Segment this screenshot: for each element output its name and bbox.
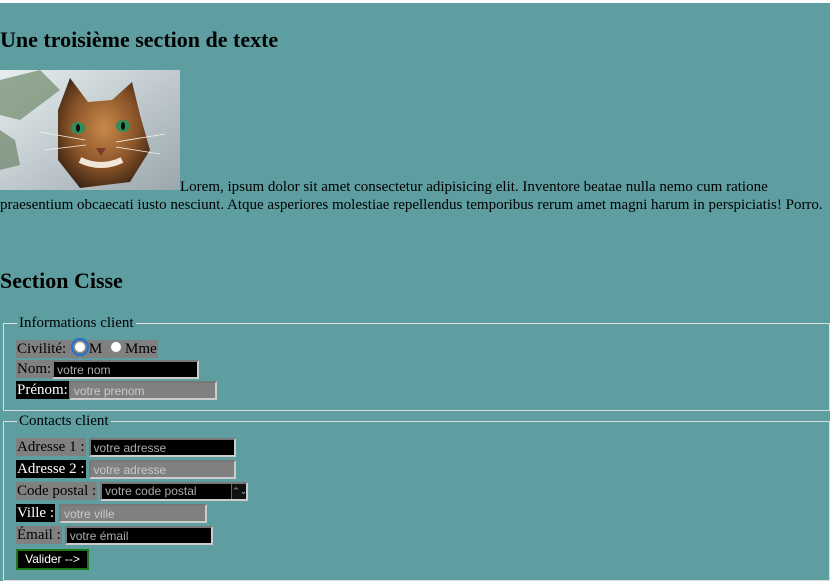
- row-nom: Nom: votre nom: [16, 359, 200, 379]
- prenom-label: Prénom:: [16, 381, 69, 399]
- submit-button[interactable]: Valider -->: [16, 549, 89, 570]
- civilite-label: Civilité: M Mme: [16, 338, 158, 358]
- code-postal-label: Code postal :: [16, 482, 98, 500]
- ville-input[interactable]: votre ville: [59, 503, 208, 523]
- section-title-third: Une troisième section de texte: [0, 27, 279, 52]
- row-ville: Ville : votre ville: [16, 503, 208, 523]
- section-title-cisse: Section Cisse: [0, 268, 123, 293]
- row-code-postal: Code postal : votre code postal ⌃⌄: [16, 481, 249, 501]
- adresse2-label: Adresse 2 :: [16, 460, 86, 478]
- cat-image: [0, 70, 180, 190]
- row-adresse2: Adresse 2 : votre adresse: [16, 459, 236, 479]
- email-input[interactable]: votre émail: [64, 525, 213, 545]
- civilite-text: Civilité:: [17, 341, 67, 357]
- email-label: Émail :: [16, 526, 62, 544]
- prenom-input[interactable]: votre prenom: [68, 380, 217, 400]
- lorem-paragraph: Lorem, ipsum dolor sit amet consectetur …: [0, 179, 823, 213]
- page-body: Une troisième section de texte Lorem, ip…: [0, 3, 830, 581]
- row-prenom: Prénom: votre prenom: [16, 380, 217, 400]
- code-postal-input[interactable]: votre code postal ⌃⌄: [100, 481, 249, 501]
- row-adresse1: Adresse 1 : votre adresse: [16, 437, 236, 457]
- row-civilite: Civilité: M Mme: [16, 338, 158, 359]
- row-email: Émail : votre émail: [16, 525, 213, 545]
- fieldset-informations-client: Informations client Civilité: M Mme Nom:…: [3, 315, 830, 411]
- radio-m[interactable]: [70, 338, 89, 356]
- radio-m-label: M: [88, 341, 103, 357]
- nom-input[interactable]: votre nom: [52, 359, 200, 379]
- adresse2-input[interactable]: votre adresse: [88, 459, 236, 479]
- radio-mme[interactable]: [110, 341, 123, 353]
- adresse1-input[interactable]: votre adresse: [88, 437, 236, 457]
- ville-label: Ville :: [16, 504, 56, 522]
- code-postal-placeholder: votre code postal: [105, 483, 197, 498]
- nom-label: Nom:: [16, 360, 53, 378]
- legend-informations-client: Informations client: [17, 315, 136, 332]
- legend-contacts-client: Contacts client: [17, 413, 111, 430]
- fieldset-contacts-client: Contacts client Adresse 1 : votre adress…: [3, 413, 830, 581]
- adresse1-label: Adresse 1 :: [16, 438, 86, 456]
- radio-mme-label: Mme: [125, 341, 157, 357]
- number-spinner-icon[interactable]: ⌃⌄: [231, 483, 247, 499]
